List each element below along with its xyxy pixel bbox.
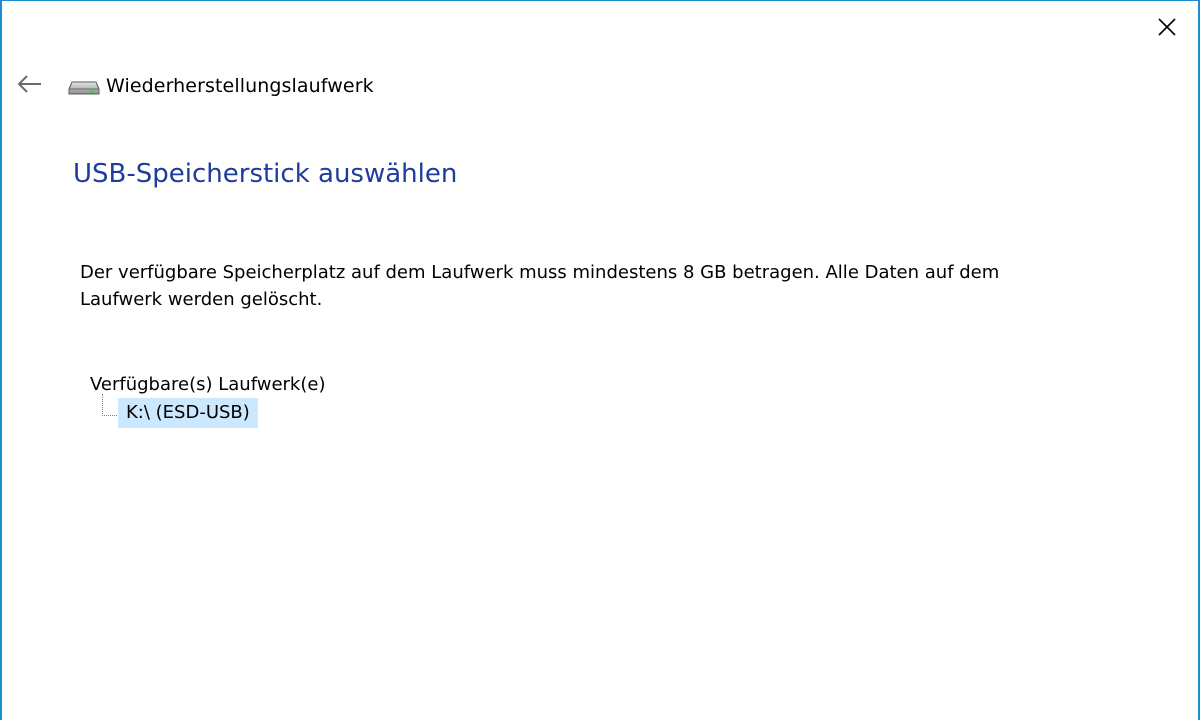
tree-root-label: Verfügbare(s) Laufwerk(e) — [90, 374, 326, 395]
window-title: Wiederherstellungslaufwerk — [106, 75, 374, 97]
page-heading: USB-Speicherstick auswählen — [73, 159, 458, 189]
back-arrow-icon — [17, 74, 43, 98]
page-description: Der verfügbare Speicherplatz auf dem Lau… — [80, 262, 1000, 310]
tree-connector — [102, 394, 118, 420]
tree-item-row: K:\ (ESD-USB) — [102, 394, 325, 428]
close-icon — [1157, 17, 1177, 41]
drive-icon — [68, 75, 100, 97]
dialog-window: Wiederherstellungslaufwerk USB-Speichers… — [0, 0, 1200, 720]
title-bar: Wiederherstellungslaufwerk — [16, 71, 374, 101]
drive-item-k[interactable]: K:\ (ESD-USB) — [118, 398, 258, 428]
drive-tree: Verfügbare(s) Laufwerk(e) K:\ (ESD-USB) — [90, 371, 325, 428]
back-button[interactable] — [16, 72, 44, 100]
close-button[interactable] — [1150, 13, 1184, 45]
